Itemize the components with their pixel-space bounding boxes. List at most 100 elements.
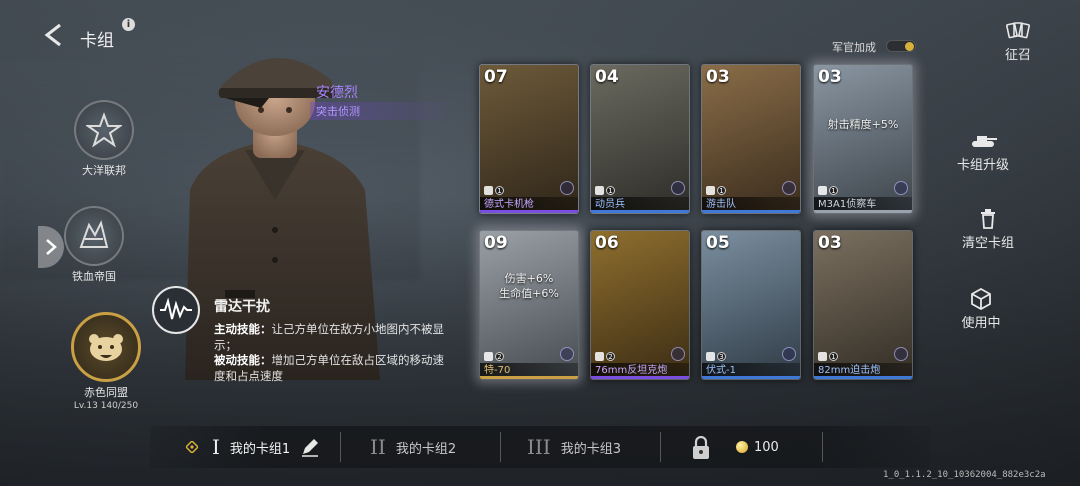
officer-bonus-toggle[interactable] (886, 40, 916, 52)
card-cost: 03 (706, 67, 730, 87)
card-cost: 09 (484, 233, 508, 253)
unit-count-badge: 2 (495, 352, 504, 361)
deck-card[interactable]: 07 1 德式卡机枪 (479, 64, 579, 214)
faction-stamp-icon (560, 347, 574, 361)
radar-jamming-icon[interactable] (152, 286, 200, 334)
faction-oceanic-federation[interactable]: 大洋联邦 (72, 100, 136, 178)
card-rarity-bar (814, 376, 912, 379)
locked-deck-slot[interactable] (692, 435, 710, 464)
recruit-button[interactable]: 征召 (998, 20, 1038, 63)
card-rarity-bar (591, 210, 689, 213)
card-cost: 07 (484, 67, 508, 87)
faction-red-alliance[interactable]: 赤色同盟 Lv.13 140/250 (66, 312, 146, 411)
deck-tab-3[interactable]: III 我的卡组3 (527, 430, 621, 464)
unit-type-icon (595, 186, 604, 195)
deck-upgrade-button[interactable]: 卡组升级 (950, 130, 1016, 173)
trash-icon (955, 208, 1021, 230)
deck-number: III (527, 435, 551, 459)
card-modifier: 射击精度+5% (814, 117, 912, 132)
card-rarity-bar (591, 376, 689, 379)
info-icon[interactable]: i (122, 18, 135, 31)
card-cost: 03 (818, 233, 842, 253)
bear-emblem-icon (71, 312, 141, 382)
recruit-cards-icon (998, 20, 1038, 42)
card-badges: 1 (706, 186, 726, 195)
lock-icon (693, 435, 709, 459)
edit-pen-icon[interactable] (300, 437, 320, 457)
faction-level: Lv.13 140/250 (73, 401, 139, 411)
unit-type-icon (818, 352, 827, 361)
deck-card[interactable]: 03 射击精度+5% 1 M3A1侦察车 (813, 64, 913, 214)
card-badges: 2 (484, 352, 504, 361)
passive-skill-text: 被动技能：增加己方单位在敌占区域的移动速度和占点速度 (214, 353, 446, 384)
active-skill-text: 主动技能：让己方单位在敌方小地图内不被显示； (214, 322, 446, 353)
deck-card[interactable]: 05 3 伏式-1 (701, 230, 801, 380)
tank-icon (950, 130, 1016, 152)
faction-stamp-icon (560, 181, 574, 195)
skill-name: 雷达干扰 (214, 299, 270, 315)
deck-label: 我的卡组3 (560, 441, 621, 457)
card-rarity-bar (702, 376, 800, 379)
skill-description: 主动技能：让己方单位在敌方小地图内不被显示； 被动技能：增加己方单位在敌占区域的… (214, 322, 446, 384)
deck-card[interactable]: 03 1 82mm迫击炮 (813, 230, 913, 380)
toggle-knob (905, 42, 914, 51)
deck-card[interactable]: 03 1 游击队 (701, 64, 801, 214)
card-badges: 1 (818, 186, 838, 195)
card-modifier: 伤害+6% 生命值+6% (480, 271, 578, 301)
card-rarity-bar (814, 210, 912, 213)
recruit-label: 征召 (1004, 48, 1031, 63)
deck-tab-2[interactable]: II 我的卡组2 (370, 430, 456, 464)
deck-label: 我的卡组1 (229, 441, 291, 457)
clear-deck-button[interactable]: 清空卡组 (955, 208, 1021, 251)
faction-iron-empire[interactable]: 铁血帝国 (62, 206, 126, 284)
faction-stamp-icon (894, 181, 908, 195)
card-badges: 2 (595, 352, 615, 361)
card-badges: 3 (706, 352, 726, 361)
cube-icon (956, 288, 1006, 310)
back-arrow-icon (44, 23, 61, 47)
lion-emblem-icon (64, 206, 124, 266)
deck-card[interactable]: 04 1 动员兵 (590, 64, 690, 214)
deck-label: 我的卡组2 (395, 441, 457, 457)
deck-upgrade-label: 卡组升级 (956, 158, 1009, 173)
back-button[interactable] (38, 20, 68, 50)
faction-label: 铁血帝国 (72, 270, 116, 283)
card-modifier-line: 射击精度+5% (827, 118, 899, 131)
separator (822, 432, 823, 462)
deck-number: II (370, 435, 386, 459)
unit-type-icon (595, 352, 604, 361)
faction-stamp-icon (671, 181, 685, 195)
unit-type-icon (706, 186, 715, 195)
unit-type-icon (818, 186, 827, 195)
faction-label: 赤色同盟 (84, 386, 128, 399)
separator (500, 432, 501, 462)
card-modifier-line: 伤害+6% (504, 272, 554, 285)
unit-type-icon (484, 186, 493, 195)
deck-number: I (212, 435, 220, 459)
card-badges: 1 (818, 352, 838, 361)
officer-bonus-label: 军官加成 (832, 41, 876, 54)
passive-skill-label: 被动技能： (214, 353, 272, 367)
coin-icon (736, 441, 748, 453)
unit-count-badge: 1 (829, 352, 838, 361)
card-rarity-bar (702, 210, 800, 213)
unit-count-badge: 1 (829, 186, 838, 195)
unit-type-icon (706, 352, 715, 361)
deck-tab-1[interactable]: I 我的卡组1 (212, 430, 320, 464)
card-modifier-line: 生命值+6% (499, 287, 559, 300)
card-cost: 03 (818, 67, 842, 87)
in-use-button[interactable]: 使用中 (956, 288, 1006, 331)
active-deck-diamond-icon (186, 441, 198, 453)
faction-label: 大洋联邦 (82, 164, 126, 177)
deck-card[interactable]: 06 2 76mm反坦克炮 (590, 230, 690, 380)
faction-stamp-icon (894, 347, 908, 361)
chevron-right-icon (46, 239, 57, 255)
card-badges: 1 (595, 186, 615, 195)
eagle-star-icon (74, 100, 134, 160)
card-cost: 04 (595, 67, 619, 87)
deck-card[interactable]: 09 伤害+6% 生命值+6% 2 特-70 (479, 230, 579, 380)
card-rarity-bar (480, 210, 578, 213)
faction-stamp-icon (671, 347, 685, 361)
card-cost: 06 (595, 233, 619, 253)
separator (340, 432, 341, 462)
